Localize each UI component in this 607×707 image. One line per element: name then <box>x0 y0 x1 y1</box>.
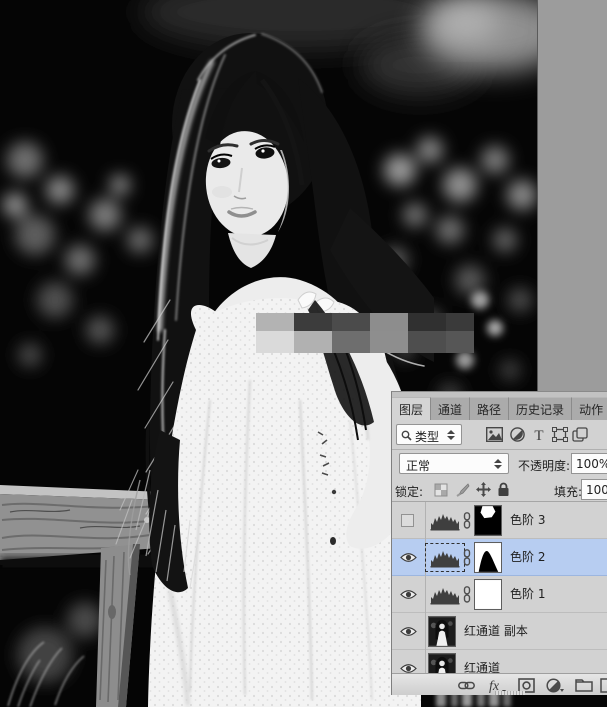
new-group-icon[interactable] <box>575 678 593 692</box>
visibility-off-box <box>401 514 414 527</box>
layer-filter-row: 类型 T <box>392 420 607 450</box>
new-adjustment-layer-icon[interactable] <box>546 678 565 693</box>
visibility-toggle[interactable] <box>392 539 426 576</box>
opacity-label: 不透明度: <box>518 457 570 474</box>
fill-label: 填充: <box>554 483 582 500</box>
eye-icon <box>400 626 417 637</box>
eye-icon <box>400 663 417 673</box>
censor-mosaic <box>256 313 474 353</box>
layer-name: 红通道 <box>464 650 500 673</box>
filter-kind-label: 类型 <box>415 428 439 445</box>
layer-mask-thumbnail[interactable] <box>474 579 502 610</box>
blend-mode-dropdown[interactable]: 正常 <box>399 453 509 474</box>
filter-adjustment-layers-icon[interactable] <box>510 427 525 442</box>
filter-smart-objects-icon[interactable] <box>572 427 588 442</box>
eye-icon <box>400 589 417 600</box>
lock-position-icon[interactable] <box>476 482 491 497</box>
mask-link-icon[interactable] <box>462 549 472 566</box>
layer-image-thumbnail[interactable] <box>428 616 456 647</box>
layer-row-red-channel[interactable]: 红通道 <box>392 650 607 673</box>
layer-row-levels-3[interactable]: 色阶 3 <box>392 502 607 539</box>
levels-adjustment-icon[interactable] <box>430 585 460 605</box>
blend-mode-value: 正常 <box>406 457 430 474</box>
svg-text:T: T <box>534 428 543 442</box>
fill-field[interactable]: 100% <box>581 479 607 500</box>
tab-layers[interactable]: 图层 <box>392 397 431 420</box>
filter-shape-layers-icon[interactable] <box>552 427 568 442</box>
photoshop-workspace: 图层 通道 路径 历史记录 动作 类型 <box>0 0 607 707</box>
blend-mode-row: 正常 不透明度: 100% <box>392 450 607 478</box>
visibility-toggle[interactable] <box>392 613 426 650</box>
panel-resize-grip[interactable] <box>495 691 525 695</box>
layers-panel-footer: fx <box>392 673 607 695</box>
tab-actions[interactable]: 动作 <box>572 397 607 420</box>
lock-transparency-icon[interactable] <box>434 483 448 497</box>
link-layers-icon[interactable] <box>458 680 475 691</box>
layer-image-thumbnail[interactable] <box>428 653 456 673</box>
layer-name: 色阶 2 <box>510 539 545 576</box>
levels-adjustment-icon[interactable] <box>430 511 460 531</box>
filter-type-layers-icon[interactable]: T <box>532 427 546 442</box>
visibility-toggle[interactable] <box>392 502 426 539</box>
layer-list: 色阶 3 <box>392 502 607 673</box>
lock-pixels-icon[interactable] <box>455 483 470 497</box>
layer-name: 红通道 副本 <box>464 613 528 650</box>
lock-all-icon[interactable] <box>497 482 510 497</box>
visibility-toggle[interactable] <box>392 650 426 673</box>
layer-mask-thumbnail[interactable] <box>474 542 502 573</box>
new-layer-icon[interactable] <box>600 678 607 693</box>
layer-mask-thumbnail[interactable] <box>474 505 502 536</box>
levels-adjustment-icon[interactable] <box>430 548 460 568</box>
opacity-field[interactable]: 100% <box>571 453 607 474</box>
layer-name: 色阶 1 <box>510 576 545 613</box>
pasteboard <box>537 0 607 391</box>
layer-row-red-channel-copy[interactable]: 红通道 副本 <box>392 613 607 650</box>
layers-panel: 图层 通道 路径 历史记录 动作 类型 <box>391 391 607 695</box>
tab-channels[interactable]: 通道 <box>431 397 470 420</box>
fill-value: 100% <box>586 483 607 497</box>
mask-link-icon[interactable] <box>462 586 472 603</box>
mask-link-icon[interactable] <box>462 512 472 529</box>
panel-tab-bar: 图层 通道 路径 历史记录 动作 <box>392 397 607 420</box>
filter-pixel-layers-icon[interactable] <box>486 427 503 442</box>
eye-icon <box>400 552 417 563</box>
opacity-value: 100% <box>576 457 607 471</box>
layer-row-levels-1[interactable]: 色阶 1 <box>392 576 607 613</box>
stepper-icon <box>447 429 456 442</box>
tab-paths[interactable]: 路径 <box>470 397 509 420</box>
lock-label: 锁定: <box>395 483 423 500</box>
layer-row-levels-2[interactable]: 色阶 2 <box>392 539 607 576</box>
stepper-icon <box>494 458 503 471</box>
visibility-toggle[interactable] <box>392 576 426 613</box>
tab-history[interactable]: 历史记录 <box>509 397 572 420</box>
layer-filter-kind-dropdown[interactable]: 类型 <box>396 424 462 445</box>
lock-row: 锁定: 填充: 100% <box>392 478 607 502</box>
search-icon <box>401 430 412 441</box>
layer-name: 色阶 3 <box>510 502 545 539</box>
